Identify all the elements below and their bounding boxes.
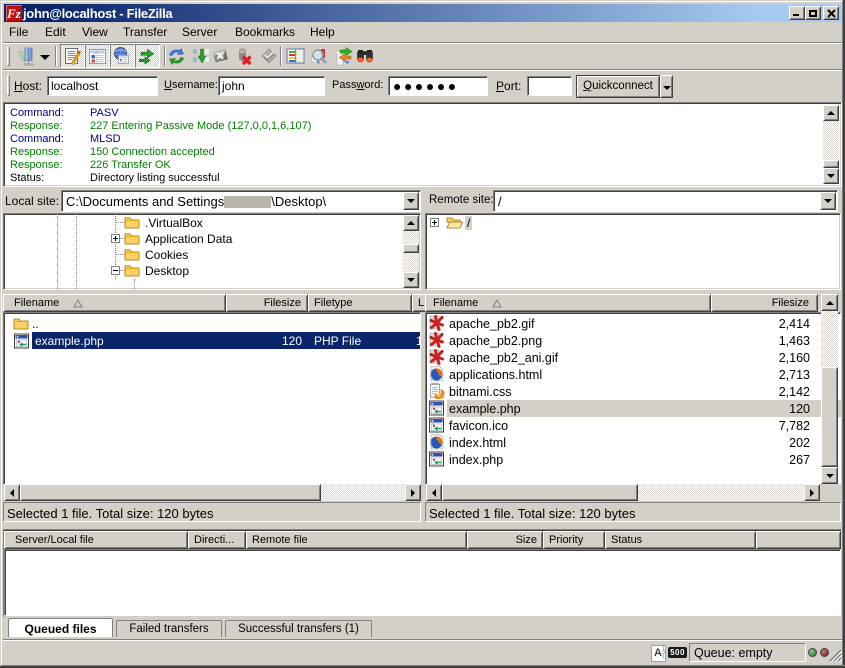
svg-text:Fz: Fz [6, 6, 22, 21]
